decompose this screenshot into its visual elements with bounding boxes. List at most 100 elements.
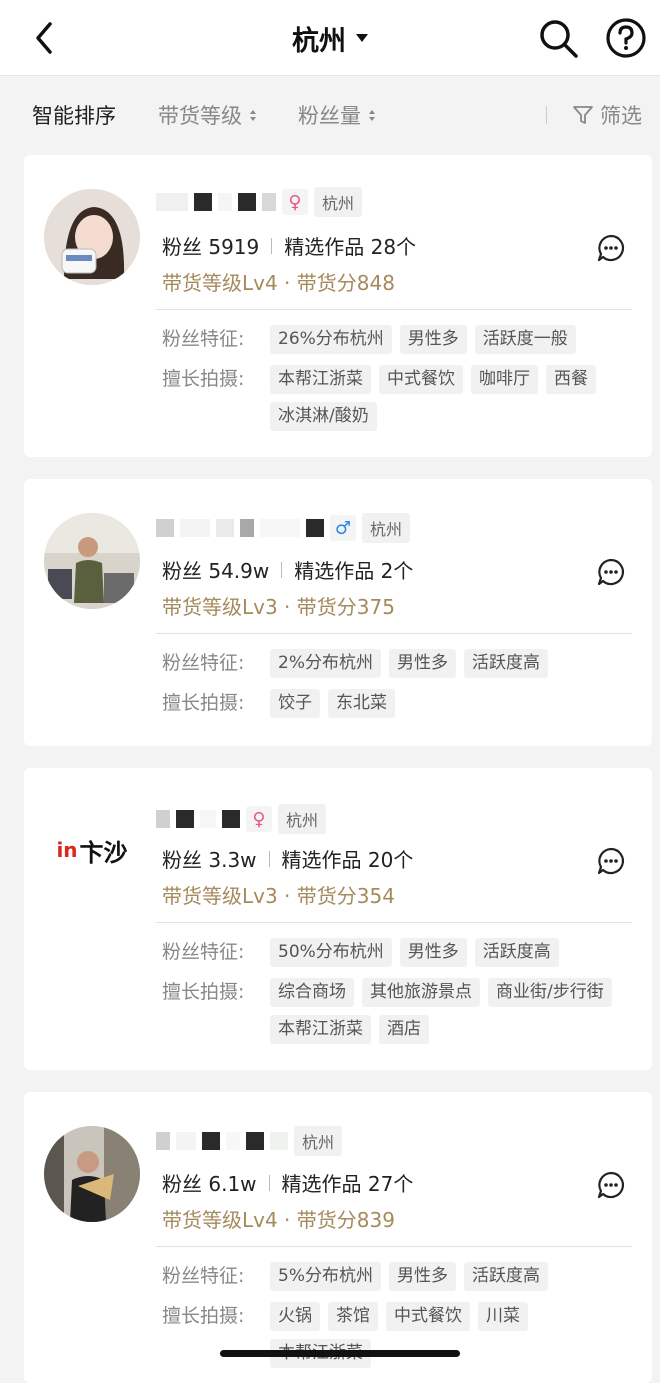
sort-level-label: 带货等级	[158, 104, 242, 128]
creator-card[interactable]: ♀ 杭州 粉丝 5919 精选作品 28个 带货等级Lv4 · 带货分848 粉…	[24, 155, 652, 457]
creator-stats: 粉丝 54.9w 精选作品 2个	[162, 555, 413, 584]
sort-fans[interactable]: 粉丝量	[298, 76, 375, 154]
sales-level: 带货等级Lv3 · 带货分354	[162, 884, 395, 908]
works-count: 精选作品 20个	[282, 844, 414, 873]
search-icon[interactable]	[536, 16, 580, 60]
skill-tag: 东北菜	[328, 689, 395, 718]
works-label: 精选作品	[281, 1172, 362, 1196]
blurred-name	[180, 519, 210, 537]
trait-tag: 男性多	[388, 649, 456, 678]
skills-row: 擅长拍摄: 火锅 茶馆 中式餐饮 川菜 本帮江浙菜	[162, 1302, 632, 1368]
skill-tag: 本帮江浙菜	[270, 365, 371, 394]
creator-card[interactable]: in 卞沙 ♀ 杭州 粉丝 3.3w 精选作品 20个 带货等级Lv3 · 带货分…	[24, 768, 652, 1070]
blurred-name	[306, 519, 324, 537]
page-title: 杭州	[292, 25, 346, 57]
skills-row: 擅长拍摄: 本帮江浙菜 中式餐饮 咖啡厅 西餐 冰淇淋/酸奶	[162, 365, 632, 431]
sales-level: 带货等级Lv4 · 带货分848	[162, 271, 395, 295]
skills-label: 擅长拍摄:	[162, 692, 245, 714]
creator-card[interactable]: 杭州 粉丝 6.1w 精选作品 27个 带货等级Lv4 · 带货分839 粉丝特…	[24, 1092, 652, 1383]
fan-traits-row: 粉丝特征: 26%分布杭州 男性多 活跃度一般	[162, 325, 632, 354]
fan-traits-row: 粉丝特征: 5%分布杭州 男性多 活跃度高	[162, 1262, 632, 1291]
blurred-name	[156, 519, 174, 537]
blurred-name	[202, 1132, 220, 1150]
fans-label: 粉丝	[162, 559, 202, 583]
skill-tag: 本帮江浙菜	[270, 1015, 371, 1044]
works-value: 27个	[367, 1172, 414, 1196]
divider	[268, 850, 270, 867]
logo-text: 卞沙	[79, 838, 128, 867]
filter-icon	[573, 106, 593, 124]
skill-tag: 综合商场	[270, 978, 354, 1007]
divider	[156, 1246, 632, 1247]
fan-traits-row: 粉丝特征: 50%分布杭州 男性多 活跃度高	[162, 938, 632, 967]
works-value: 20个	[367, 848, 414, 872]
skill-tag: 其他旅游景点	[362, 978, 480, 1007]
city-tag: 杭州	[362, 513, 411, 543]
blurred-name	[194, 193, 212, 211]
fans-label: 粉丝	[162, 848, 202, 872]
help-icon[interactable]	[604, 16, 648, 60]
trait-tag: 2%分布杭州	[270, 649, 381, 678]
creator-stats: 粉丝 3.3w 精选作品 20个	[162, 844, 413, 873]
creator-name-row: ♂ 杭州	[156, 513, 411, 543]
fans-label: 粉丝	[162, 235, 202, 259]
divider	[546, 106, 547, 124]
skill-tag: 中式餐饮	[379, 365, 463, 394]
home-indicator[interactable]	[220, 1350, 460, 1357]
blurred-name	[218, 193, 232, 211]
city-tag: 杭州	[278, 804, 327, 834]
works-label: 精选作品	[284, 235, 365, 259]
fan-traits-label: 粉丝特征:	[162, 941, 245, 963]
trait-tag: 男性多	[399, 938, 467, 967]
trait-tag: 男性多	[399, 325, 467, 354]
skills-row: 擅长拍摄: 饺子 东北菜	[162, 689, 632, 718]
fans-value: 54.9w	[208, 559, 270, 583]
chevron-down-icon	[356, 34, 368, 42]
sort-level[interactable]: 带货等级	[158, 76, 256, 154]
works-value: 28个	[370, 235, 417, 259]
divider	[156, 633, 632, 634]
trait-tag: 5%分布杭州	[270, 1262, 381, 1291]
sort-bar: 智能排序 带货等级 粉丝量 筛选	[0, 76, 660, 154]
blurred-name	[260, 519, 300, 537]
divider	[271, 237, 273, 254]
chat-icon[interactable]	[596, 233, 626, 263]
chat-icon[interactable]	[596, 557, 626, 587]
sort-arrows-icon	[250, 109, 256, 121]
sort-smart[interactable]: 智能排序	[32, 76, 116, 154]
trait-tag: 26%分布杭州	[270, 325, 392, 354]
sort-smart-label: 智能排序	[32, 104, 116, 128]
skill-tag: 中式餐饮	[386, 1302, 470, 1331]
fan-traits-row: 粉丝特征: 2%分布杭州 男性多 活跃度高	[162, 649, 632, 678]
blurred-name	[200, 810, 216, 828]
creator-stats: 粉丝 5919 精选作品 28个	[162, 231, 416, 260]
skill-tag: 西餐	[546, 365, 596, 394]
sort-fans-label: 粉丝量	[298, 104, 361, 128]
skills-label: 擅长拍摄:	[162, 981, 245, 1003]
fan-traits-label: 粉丝特征:	[162, 652, 245, 674]
skill-tag: 火锅	[270, 1302, 320, 1331]
blurred-name	[262, 193, 276, 211]
filter-button[interactable]: 筛选	[572, 76, 642, 154]
creator-stats: 粉丝 6.1w 精选作品 27个	[162, 1168, 413, 1197]
trait-tag: 活跃度高	[463, 649, 548, 678]
chat-icon[interactable]	[596, 846, 626, 876]
creator-card[interactable]: ♂ 杭州 粉丝 54.9w 精选作品 2个 带货等级Lv3 · 带货分375 粉…	[24, 479, 652, 746]
works-count: 精选作品 2个	[294, 555, 413, 584]
fans-count: 粉丝 3.3w	[162, 844, 257, 873]
fan-traits-label: 粉丝特征:	[162, 1265, 245, 1287]
skill-tag: 咖啡厅	[471, 365, 538, 394]
female-icon: ♀	[246, 806, 272, 832]
skill-tag: 商业街/步行街	[488, 978, 612, 1007]
divider	[156, 309, 632, 310]
trait-tag: 男性多	[388, 1262, 456, 1291]
divider	[156, 922, 632, 923]
skill-tag: 茶馆	[328, 1302, 378, 1331]
chat-icon[interactable]	[596, 1170, 626, 1200]
skill-tag: 酒店	[379, 1015, 429, 1044]
creator-name-row: 杭州	[156, 1126, 343, 1156]
blurred-name	[238, 193, 256, 211]
city-tag: 杭州	[314, 187, 363, 217]
skills-label: 擅长拍摄:	[162, 368, 245, 390]
works-count: 精选作品 27个	[282, 1168, 414, 1197]
